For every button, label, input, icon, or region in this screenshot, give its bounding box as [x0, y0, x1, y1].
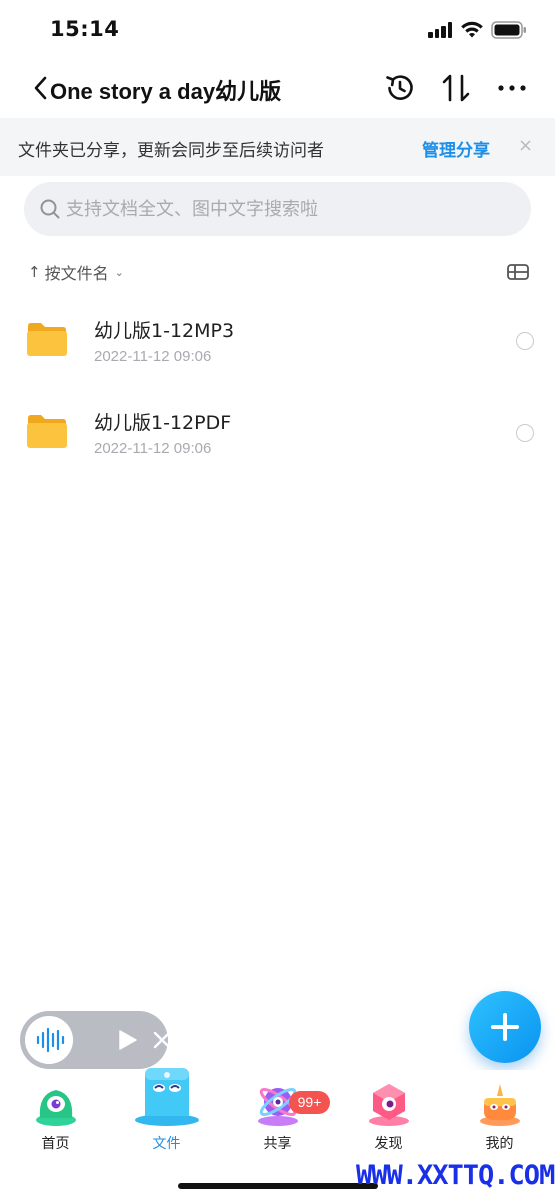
select-radio[interactable] — [516, 424, 534, 442]
sort-arrow-icon: ↑ — [28, 263, 41, 281]
tab-discover-label: 发现 — [374, 1136, 403, 1152]
tab-discover[interactable]: 发现 — [333, 1070, 444, 1160]
file-date: 2022-11-12 09:06 — [94, 440, 212, 457]
folder-icon — [27, 415, 67, 448]
watermark: WWW.XXTTQ.COM — [356, 1160, 555, 1191]
tab-share[interactable]: 共享 — [222, 1070, 333, 1160]
tab-files-label: 文件 — [152, 1136, 181, 1152]
audio-mini-player — [20, 1011, 171, 1069]
file-name: 幼儿版1-12PDF — [94, 412, 232, 434]
select-radio[interactable] — [516, 332, 534, 350]
sort-label: 按文件名 — [44, 264, 109, 283]
list-item[interactable]: 幼儿版1-12MP3 2022-11-12 09:06 — [0, 298, 555, 388]
battery-icon — [491, 21, 526, 39]
sort-row: ↑ 按文件名 ⌄ — [0, 252, 555, 292]
tab-share-label: 共享 — [263, 1136, 292, 1152]
share-notice-text: 文件夹已分享，更新会同步至后续访问者 — [18, 141, 324, 161]
page-title: One story a day幼儿版 — [50, 79, 282, 104]
search-icon — [40, 199, 60, 219]
view-mode-icon[interactable] — [506, 262, 530, 282]
history-icon[interactable] — [384, 72, 416, 104]
files-mascot-icon — [135, 1068, 199, 1126]
sort-by-name-button[interactable]: ↑ 按文件名 ⌄ — [28, 260, 124, 284]
nav-bar: One story a day幼儿版 — [0, 60, 555, 118]
back-button[interactable] — [30, 74, 50, 102]
wifi-icon — [461, 21, 483, 38]
tab-home-label: 首页 — [41, 1136, 70, 1152]
share-banner: 文件夹已分享，更新会同步至后续访问者 管理分享 × — [0, 118, 555, 176]
list-item[interactable]: 幼儿版1-12PDF 2022-11-12 09:06 — [0, 390, 555, 480]
tab-home[interactable]: 首页 — [0, 1070, 111, 1160]
close-banner-button[interactable]: × — [518, 135, 533, 156]
transfer-icon[interactable] — [440, 72, 472, 104]
mine-mascot-icon — [480, 1084, 520, 1126]
manage-share-link[interactable]: 管理分享 — [422, 136, 490, 161]
cellular-signal-icon — [428, 22, 454, 38]
discover-mascot-icon — [369, 1084, 409, 1126]
more-icon[interactable] — [496, 72, 528, 104]
close-icon[interactable] — [152, 1030, 172, 1050]
audio-wave-icon[interactable] — [25, 1016, 73, 1064]
file-name: 幼儿版1-12MP3 — [94, 320, 235, 342]
search-input[interactable] — [66, 182, 506, 236]
play-icon[interactable] — [116, 1029, 138, 1051]
tab-mine-label: 我的 — [485, 1136, 514, 1152]
home-mascot-icon — [36, 1090, 76, 1126]
add-button[interactable] — [469, 991, 541, 1063]
search-box[interactable] — [24, 182, 531, 236]
status-time: 15:14 — [50, 17, 120, 41]
chevron-down-icon: ⌄ — [114, 265, 124, 279]
file-date: 2022-11-12 09:06 — [94, 348, 212, 365]
tab-mine[interactable]: 我的 — [444, 1070, 555, 1160]
share-notification-badge: 99+ — [289, 1091, 330, 1114]
status-bar: 15:14 — [0, 0, 555, 60]
folder-icon — [27, 323, 67, 356]
tab-files[interactable]: 文件 — [111, 1068, 222, 1160]
home-indicator[interactable] — [178, 1183, 378, 1189]
